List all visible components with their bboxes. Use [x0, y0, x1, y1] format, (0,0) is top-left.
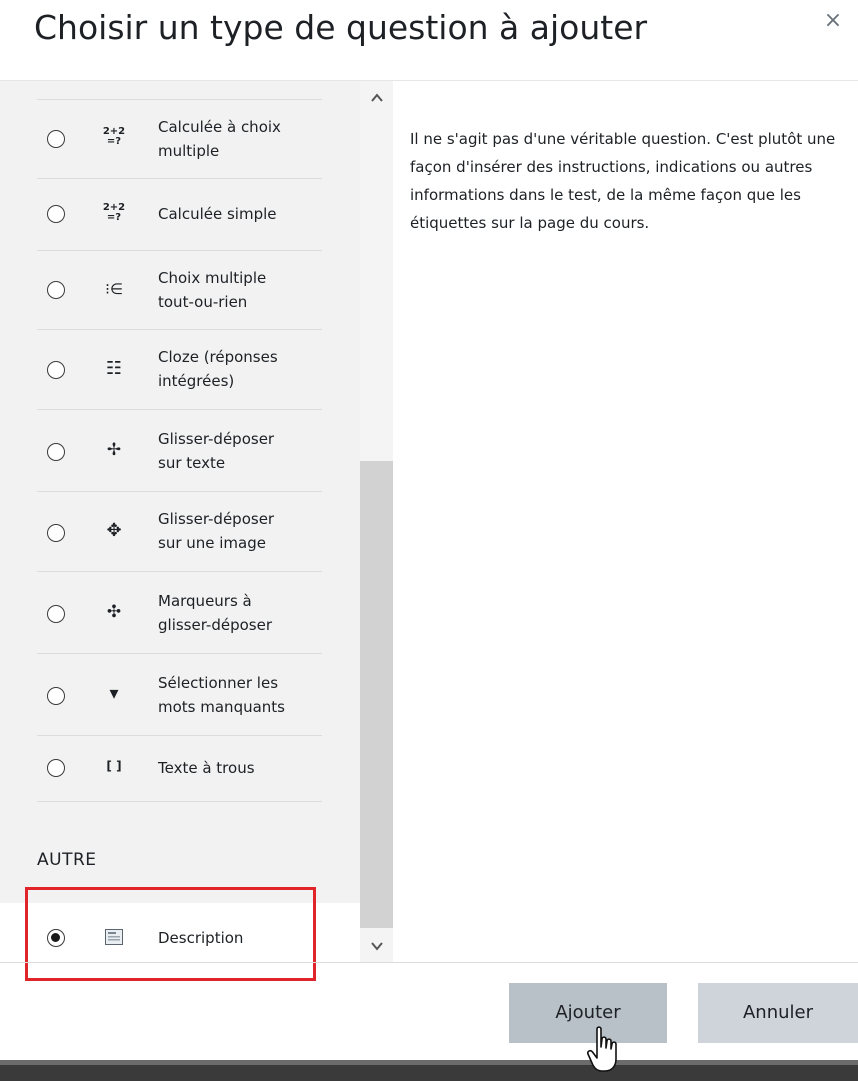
multichoice-allornothing-icon: ⁝∈ — [105, 280, 123, 298]
list-item-partial — [37, 81, 322, 100]
description-icon — [101, 929, 127, 948]
radio-button-selected[interactable] — [47, 929, 65, 947]
list-item-label: Calculée à choix multiple — [158, 118, 281, 160]
list-item[interactable]: ✢ Glisser-déposer sur texte — [37, 409, 322, 492]
radio-button[interactable] — [47, 281, 65, 299]
hand-cursor-icon — [587, 1026, 617, 1072]
footer-divider — [0, 962, 858, 963]
radio-button[interactable] — [47, 130, 65, 148]
list-item[interactable]: [ ] Texte à trous — [37, 735, 322, 802]
radio-button[interactable] — [47, 687, 65, 705]
question-type-list[interactable]: 2+2 =? Calculée à choix multiple 2+2 =? Cal… — [0, 81, 360, 962]
chevron-down-icon[interactable] — [360, 933, 393, 963]
cloze-icon: ☷ — [105, 358, 123, 379]
list-item-label: Glisser-déposer sur texte — [158, 430, 275, 472]
list-item[interactable]: ✥ Glisser-déposer sur une image — [37, 491, 322, 572]
list-item[interactable]: 2+2 =? Calculée à choix multiple — [37, 99, 322, 179]
list-item[interactable]: ▾ Sélectionner les mots manquants — [37, 653, 322, 736]
list-item-label: Cloze (réponses intégrées) — [158, 348, 278, 390]
list-item-label: Texte à trous — [158, 759, 255, 777]
list-item-label: Description — [158, 929, 244, 947]
list-item-description[interactable]: Description — [0, 903, 360, 962]
cancel-button[interactable]: Annuler — [698, 983, 858, 1043]
question-type-description: Il ne s'agit pas d'une véritable questio… — [410, 130, 836, 232]
list-scrollbar[interactable] — [360, 81, 393, 962]
list-item-label: Marqueurs à glisser-déposer — [158, 592, 272, 634]
list-item[interactable]: ⁝∈ Choix multiple tout-ou-rien — [37, 250, 322, 330]
scrollbar-thumb[interactable] — [360, 461, 393, 928]
chevron-up-icon[interactable] — [360, 85, 393, 115]
list-item[interactable]: ☷ Cloze (réponses intégrées) — [37, 329, 322, 410]
radio-button[interactable] — [47, 759, 65, 777]
radio-button[interactable] — [47, 443, 65, 461]
close-icon[interactable]: × — [818, 6, 848, 36]
list-item[interactable]: 2+2 =? Calculée simple — [37, 178, 322, 251]
drag-drop-text-icon: ✢ — [106, 440, 122, 460]
list-item-label: Choix multiple tout-ou-rien — [158, 269, 267, 311]
section-heading-other: AUTRE — [37, 850, 97, 870]
radio-button[interactable] — [47, 524, 65, 542]
list-item-label: Calculée simple — [158, 205, 277, 223]
radio-button[interactable] — [47, 605, 65, 623]
radio-button[interactable] — [47, 361, 65, 379]
radio-button[interactable] — [47, 205, 65, 223]
dialog-title: Choisir un type de question à ajouter — [34, 8, 648, 47]
calculated-simple-icon: 2+2 =? — [102, 202, 126, 223]
calculated-multichoice-icon: 2+2 =? — [102, 126, 126, 147]
list-item[interactable]: ✣ Marqueurs à glisser-déposer — [37, 571, 322, 654]
drag-drop-markers-icon: ✣ — [106, 602, 122, 622]
bottom-bar — [0, 1060, 858, 1081]
gapfill-icon: [ ] — [106, 759, 122, 773]
select-missing-words-icon: ▾ — [109, 683, 119, 704]
drag-drop-image-icon: ✥ — [106, 520, 122, 541]
list-item-label: Sélectionner les mots manquants — [158, 674, 285, 716]
list-item-label: Glisser-déposer sur une image — [158, 510, 275, 552]
